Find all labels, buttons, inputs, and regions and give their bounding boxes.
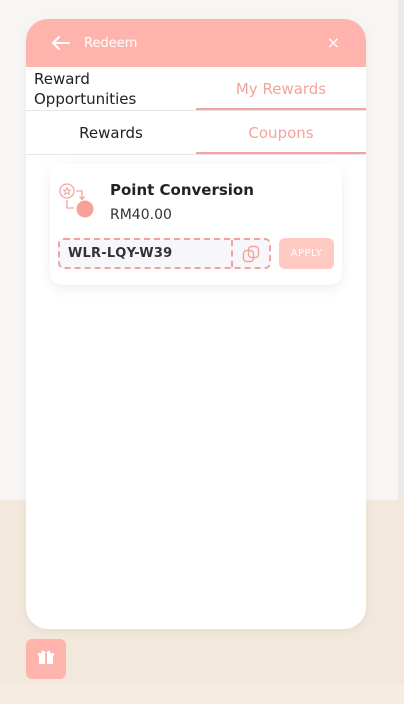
coupon-amount: RM40.00 bbox=[110, 207, 172, 223]
sub-tabs: Rewards Coupons bbox=[26, 111, 366, 155]
coupon-code-box: WLR-LQY-W39 bbox=[58, 238, 271, 269]
gift-launcher-button[interactable] bbox=[26, 639, 66, 679]
footer-background-edge bbox=[0, 684, 404, 704]
redeem-panel: Redeem × Reward Opportunities My Rewards… bbox=[26, 19, 366, 629]
coupon-code[interactable]: WLR-LQY-W39 bbox=[60, 246, 231, 261]
tab-my-rewards[interactable]: My Rewards bbox=[196, 67, 366, 110]
main-tabs: Reward Opportunities My Rewards bbox=[26, 67, 366, 111]
coupon-title: Point Conversion bbox=[110, 181, 254, 199]
tab-reward-opportunities[interactable]: Reward Opportunities bbox=[26, 67, 196, 110]
apply-button[interactable]: APPLY bbox=[279, 238, 334, 269]
coupon-card: Point Conversion RM40.00 WLR-LQY-W39 APP… bbox=[50, 164, 342, 285]
point-conversion-icon bbox=[58, 182, 98, 222]
scrollbar-track bbox=[398, 0, 404, 500]
panel-title: Redeem bbox=[84, 35, 138, 51]
copy-icon[interactable] bbox=[233, 240, 269, 267]
tab-coupons[interactable]: Coupons bbox=[196, 111, 366, 154]
close-icon[interactable]: × bbox=[327, 35, 340, 51]
tab-rewards[interactable]: Rewards bbox=[26, 111, 196, 154]
gift-icon bbox=[37, 648, 55, 670]
panel-header: Redeem × bbox=[26, 19, 366, 67]
arrow-left-icon[interactable] bbox=[52, 36, 70, 50]
